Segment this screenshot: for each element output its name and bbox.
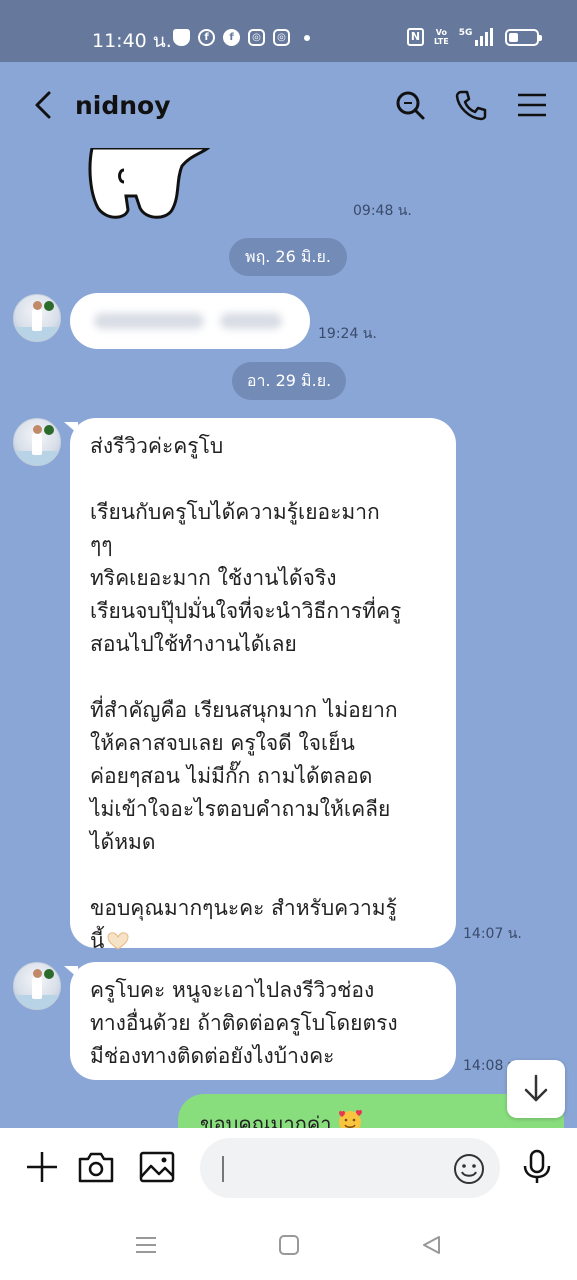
message-input-bar bbox=[0, 1128, 577, 1208]
shield-icon bbox=[173, 29, 190, 46]
message-text-line: ค่อยๆสอน ไม่มีกั๊ก ถามได้ตลอด bbox=[90, 764, 373, 788]
network-type: 5G bbox=[458, 28, 473, 38]
message-text-line: สอนไปใช้ทำงานได้เลย bbox=[90, 632, 297, 656]
message-text-line: เรียนจบปุ๊ปมั่นใจที่จะนำวิธีการที่ครู bbox=[90, 599, 402, 623]
avatar[interactable] bbox=[13, 294, 61, 342]
date-divider: พฤ. 26 มิ.ย. bbox=[229, 238, 347, 276]
home-icon[interactable] bbox=[277, 1234, 301, 1256]
battery-icon bbox=[505, 28, 543, 46]
message-text-line: ให้คลาสจบเลย ครูใจดี ใจเย็น bbox=[90, 731, 355, 755]
heart-hands-icon bbox=[107, 932, 129, 950]
signal-icon bbox=[475, 28, 494, 46]
message-text: ครูโบคะ หนูจะเอาไปลงรีวิวช่องทางอื่นด้วย… bbox=[90, 974, 436, 1073]
text-cursor bbox=[222, 1156, 224, 1182]
message-bubble[interactable]: ครูโบคะ หนูจะเอาไปลงรีวิวช่องทางอื่นด้วย… bbox=[64, 962, 456, 1080]
camera-icon[interactable] bbox=[77, 1148, 115, 1186]
instagram-icon: ◎ bbox=[248, 29, 265, 46]
recents-icon[interactable] bbox=[134, 1234, 158, 1256]
more-notifications-icon bbox=[304, 34, 310, 41]
notification-icons: f f ◎ ◎ bbox=[173, 29, 310, 46]
status-bar: 11:40 น. f f ◎ ◎ N Vo LTE 5G bbox=[0, 0, 577, 62]
sticker-image[interactable] bbox=[80, 148, 210, 223]
message-text-line: ที่สำคัญคือ เรียนสนุกมาก ไม่อยาก bbox=[90, 698, 398, 722]
message-text-line: ส่งรีวิวค่ะครูโบ bbox=[90, 434, 224, 458]
menu-icon[interactable] bbox=[515, 88, 549, 122]
message-text-line bbox=[90, 661, 436, 694]
facebook-icon: f bbox=[223, 29, 240, 46]
message-text-line: มีช่องทางติดต่อยังไงบ้างคะ bbox=[90, 1044, 335, 1068]
status-time: 11:40 น. bbox=[92, 30, 172, 52]
avatar[interactable] bbox=[13, 418, 61, 466]
back-nav-icon[interactable] bbox=[419, 1234, 443, 1256]
message-text-line: ๆๆ bbox=[90, 533, 113, 557]
message-text-line: ไม่เข้าใจอะไรตอบคำถามให้เคลีย bbox=[90, 797, 391, 821]
message-text-line: เรียนกับครูโบได้ความรู้เยอะมาก bbox=[90, 500, 380, 524]
mic-icon[interactable] bbox=[518, 1148, 556, 1186]
emoji-icon[interactable] bbox=[452, 1152, 486, 1186]
message-text-field[interactable] bbox=[228, 1152, 438, 1184]
message-input[interactable] bbox=[200, 1138, 500, 1198]
phone-icon[interactable] bbox=[454, 88, 488, 122]
chat-header: nidnoy bbox=[0, 62, 577, 148]
blurred-message-bubble[interactable] bbox=[70, 293, 310, 349]
scroll-down-icon bbox=[524, 1074, 548, 1102]
avatar[interactable] bbox=[13, 962, 61, 1010]
message-text-line: ครูโบคะ หนูจะเอาไปลงรีวิวช่อง bbox=[90, 978, 375, 1002]
message-text: ส่งรีวิวค่ะครูโบเรียนกับครูโบได้ความรู้เ… bbox=[90, 430, 436, 925]
nfc-icon: N bbox=[407, 28, 424, 46]
plus-icon[interactable] bbox=[23, 1148, 61, 1186]
scroll-to-bottom-button[interactable] bbox=[507, 1060, 565, 1118]
message-time: 19:24 น. bbox=[318, 326, 377, 342]
contact-name[interactable]: nidnoy bbox=[75, 91, 171, 120]
volte-icon: Vo LTE bbox=[434, 28, 449, 46]
smiling-face-with-hearts-icon bbox=[339, 1109, 363, 1128]
date-divider: อา. 29 มิ.ย. bbox=[232, 362, 346, 400]
message-bubble[interactable]: ส่งรีวิวค่ะครูโบเรียนกับครูโบได้ความรู้เ… bbox=[64, 418, 456, 953]
message-text-line: นี้ bbox=[90, 925, 436, 958]
message-time: 14:07 น. bbox=[463, 926, 522, 942]
search-icon[interactable] bbox=[393, 88, 427, 122]
facebook-icon: f bbox=[198, 29, 215, 46]
message-text-line: ทริคเยอะมาก ใช้งานได้จริง bbox=[90, 566, 337, 590]
instagram-icon: ◎ bbox=[273, 29, 290, 46]
back-icon[interactable] bbox=[30, 90, 56, 120]
chat-area[interactable]: 09:48 น. พฤ. 26 มิ.ย. 19:24 น. อา. 29 มิ… bbox=[0, 148, 577, 1128]
message-text-line bbox=[90, 859, 436, 892]
message-text-line bbox=[90, 463, 436, 496]
message-time: 09:48 น. bbox=[353, 203, 412, 219]
message-text-line: ได้หมด bbox=[90, 830, 156, 854]
message-text: ขอบคุณมากค่า bbox=[200, 1112, 332, 1128]
message-text-line: ขอบคุณมากๆนะคะ สำหรับความรู้ bbox=[90, 896, 397, 920]
image-icon[interactable] bbox=[138, 1148, 176, 1186]
message-text-line: ทางอื่นด้วย ถ้าติดต่อครูโบโดยตรง bbox=[90, 1011, 398, 1035]
system-navigation-bar bbox=[0, 1208, 577, 1280]
